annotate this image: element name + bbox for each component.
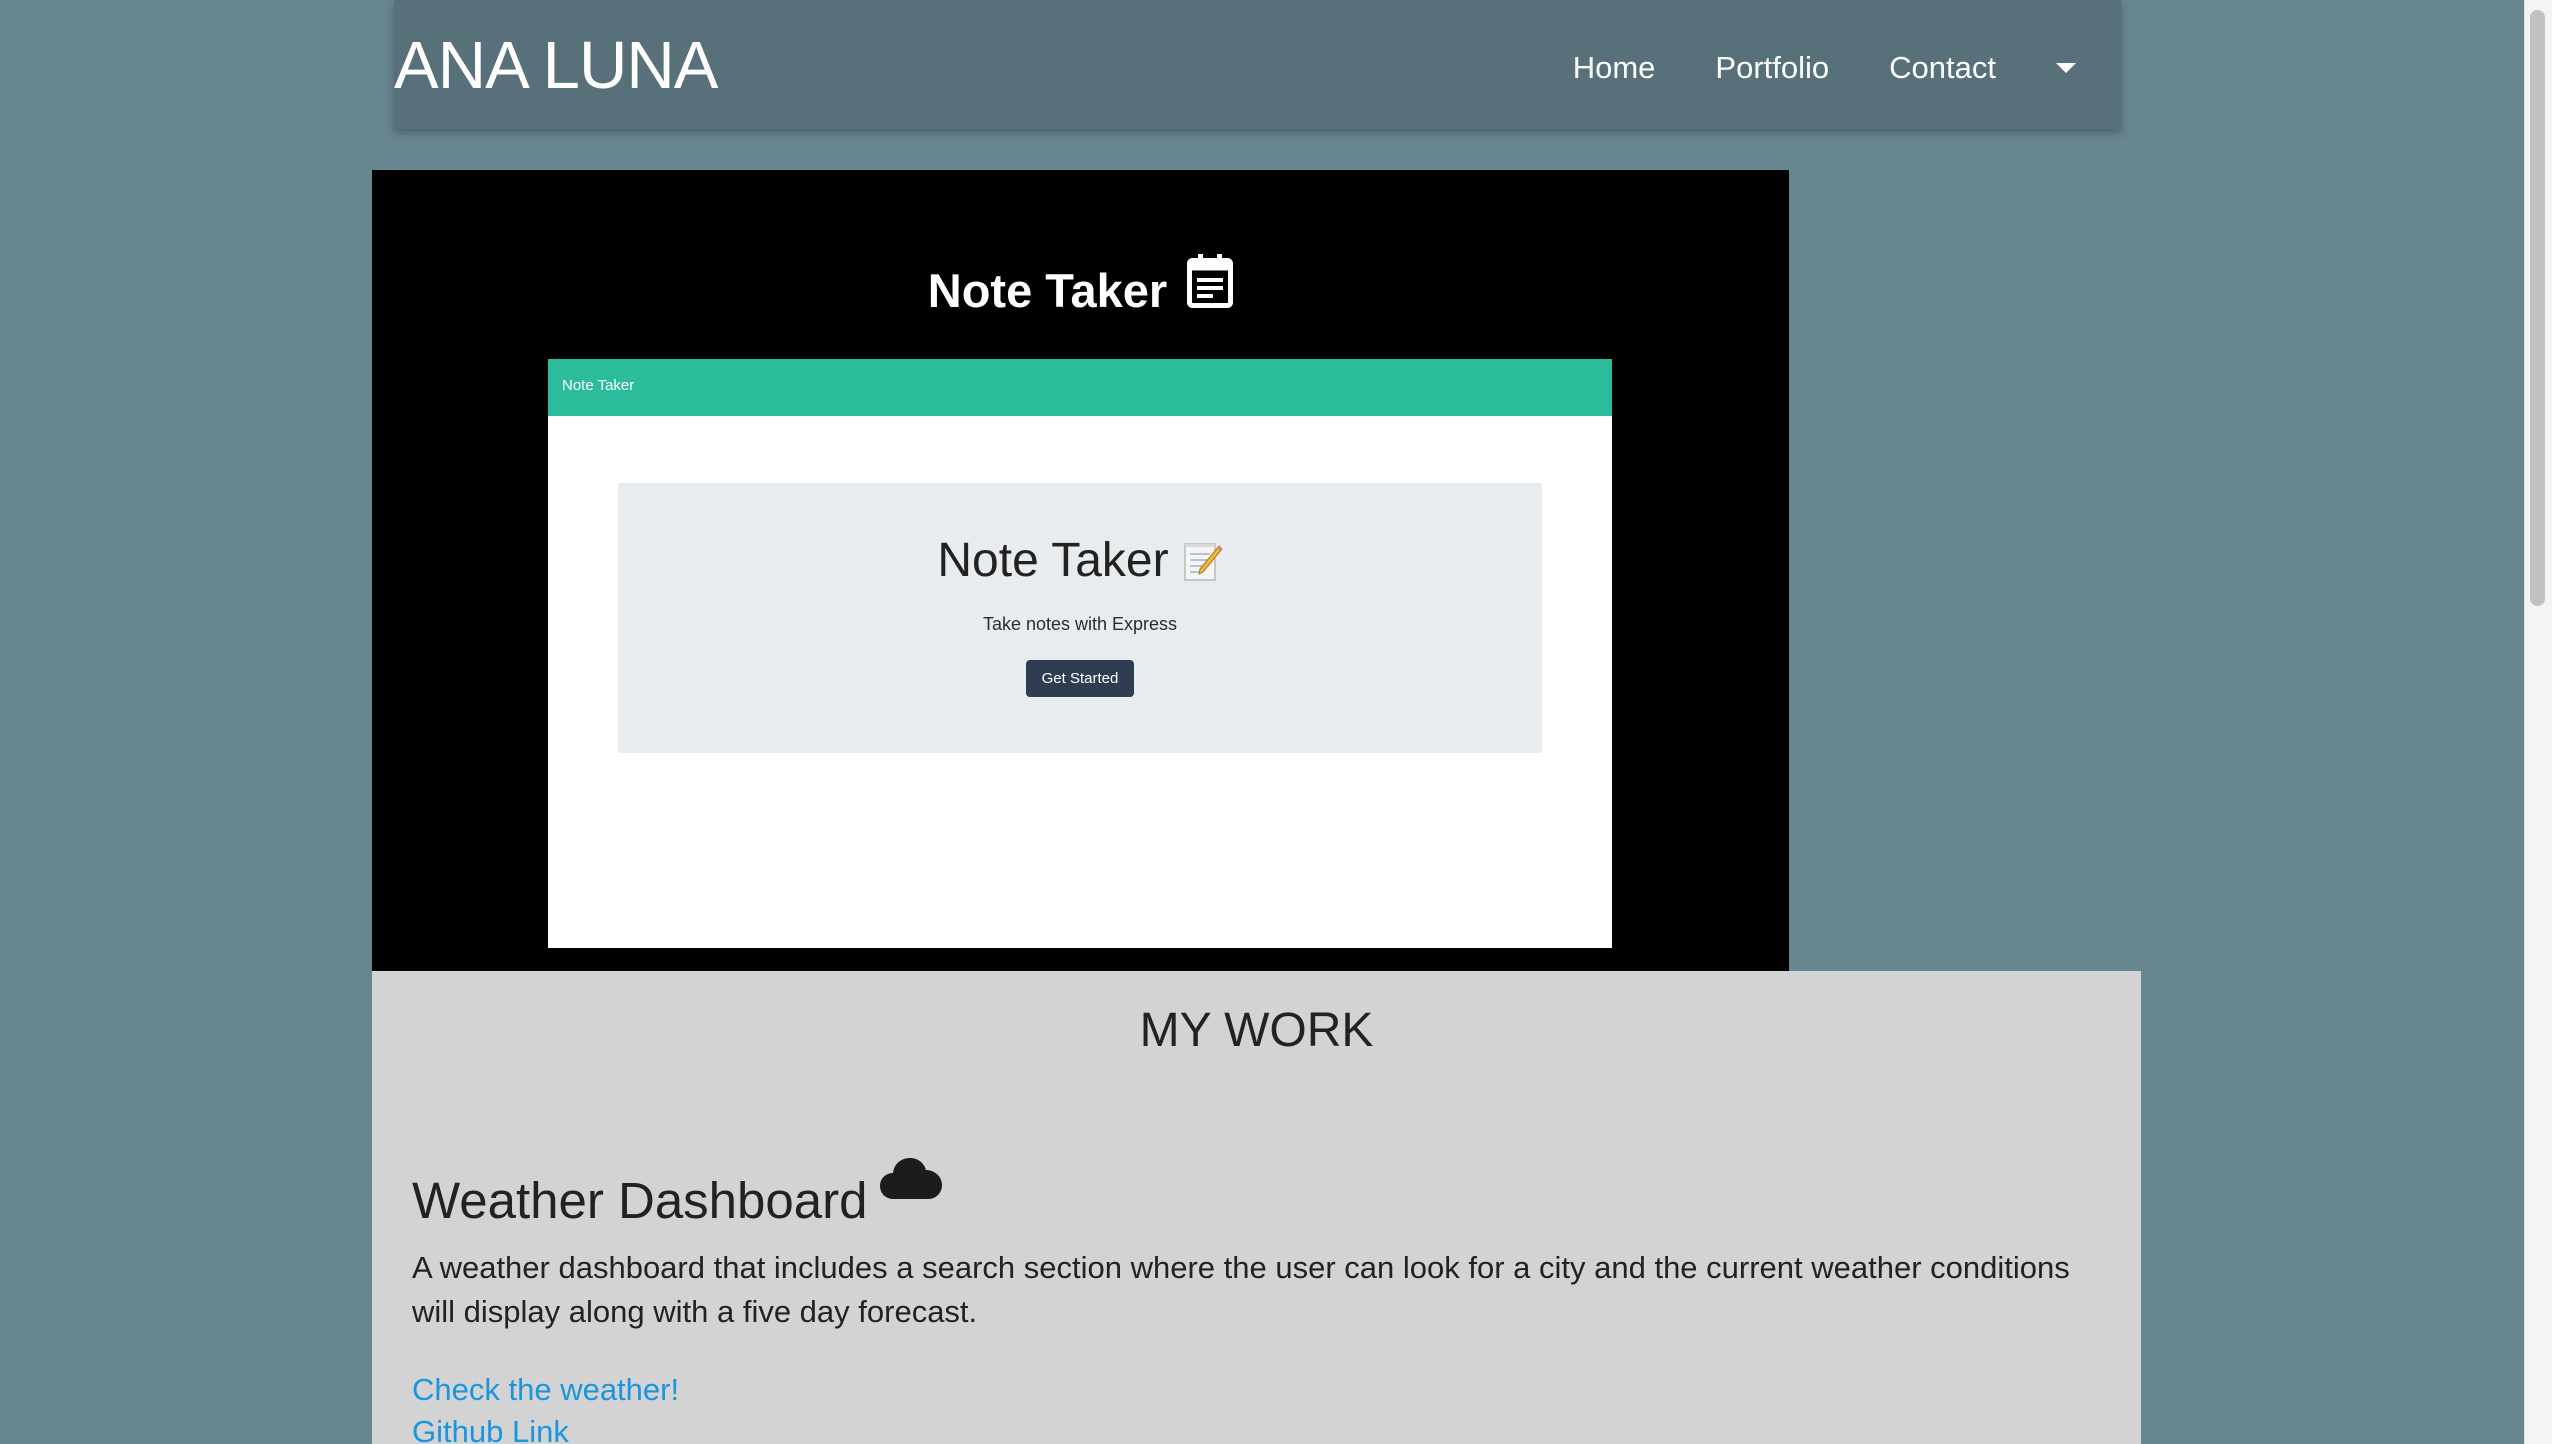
nav-link-portfolio[interactable]: Portfolio bbox=[1715, 50, 1829, 86]
featured-project-card: Note Taker Note Taker Note Taker Take no… bbox=[372, 170, 1789, 971]
project-title-row: Weather Dashboard bbox=[412, 1157, 942, 1231]
check-weather-link[interactable]: Check the weather! bbox=[412, 1369, 679, 1411]
brand-logo[interactable]: ANA LUNA bbox=[394, 26, 718, 106]
preview-title-row: Note Taker bbox=[618, 533, 1542, 588]
my-work-section: MY WORK Weather Dashboard A weather dash… bbox=[372, 971, 2141, 1444]
preview-title: Note Taker bbox=[937, 534, 1169, 587]
featured-project-title: Note Taker bbox=[927, 264, 1168, 317]
project-title: Weather Dashboard bbox=[412, 1172, 868, 1229]
project-screenshot[interactable]: Note Taker Note Taker Take notes with Ex… bbox=[548, 359, 1612, 948]
dropdown-caret-icon[interactable] bbox=[2056, 63, 2076, 73]
section-heading: MY WORK bbox=[1139, 1004, 1374, 1057]
nav-link-home[interactable]: Home bbox=[1573, 50, 1656, 86]
cloud-icon bbox=[879, 1158, 942, 1199]
featured-project-header: Note Taker bbox=[372, 236, 1789, 326]
nav-link-contact[interactable]: Contact bbox=[1889, 50, 1996, 86]
preview-jumbotron: Note Taker Take notes with Express Get S… bbox=[618, 483, 1542, 753]
preview-subtitle: Take notes with Express bbox=[982, 614, 1178, 634]
preview-navbar: Note Taker bbox=[548, 359, 1612, 416]
preview-navbar-title: Note Taker bbox=[562, 377, 635, 394]
get-started-button[interactable]: Get Started bbox=[1026, 660, 1134, 697]
page: ANA LUNA Home Portfolio Contact Note Tak… bbox=[0, 0, 2552, 1444]
calendar-note-icon bbox=[1187, 254, 1234, 308]
nav-links: Home Portfolio Contact bbox=[1573, 44, 2121, 92]
scrollbar-thumb[interactable] bbox=[2530, 10, 2545, 606]
github-link[interactable]: Github Link bbox=[412, 1411, 569, 1444]
project-description: A weather dashboard that includes a sear… bbox=[412, 1250, 2070, 1329]
navbar: ANA LUNA Home Portfolio Contact bbox=[394, 0, 2121, 129]
memo-pencil-icon bbox=[1183, 542, 1223, 581]
